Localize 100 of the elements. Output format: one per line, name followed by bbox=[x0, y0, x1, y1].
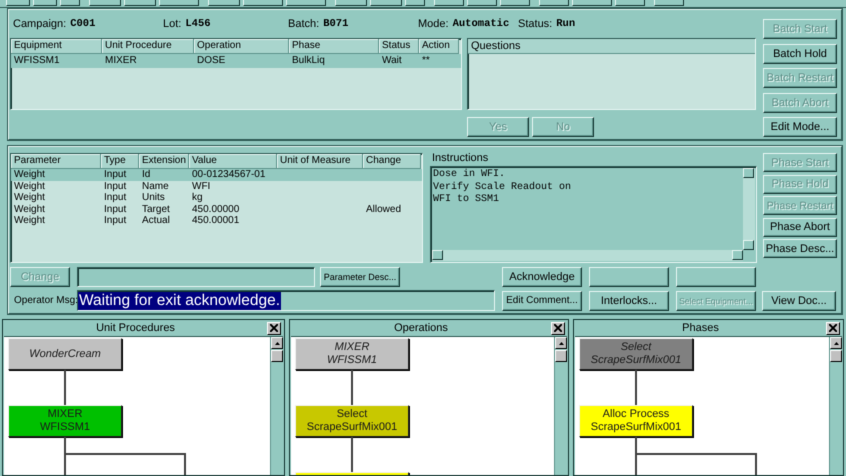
connector-line bbox=[351, 370, 353, 405]
batch-command-button[interactable]: Edit Mode... bbox=[763, 117, 837, 137]
table-row[interactable]: Weight Input Units kg bbox=[11, 192, 422, 204]
tree-node[interactable]: Select ScrapeSurfMix001 bbox=[579, 338, 693, 370]
scrollbar-thumb[interactable] bbox=[271, 350, 283, 362]
table-cell-text: Name bbox=[141, 180, 170, 192]
table-cell-text: MIXER bbox=[104, 54, 138, 68]
table-cell-text: DOSE bbox=[196, 54, 226, 68]
column-header[interactable]: Change bbox=[363, 154, 421, 169]
pane-title: Phases bbox=[681, 322, 720, 334]
table-row[interactable]: WFISSM1 MIXER DOSE BulkLiq Wait ** bbox=[11, 54, 461, 68]
column-header[interactable]: Parameter bbox=[11, 154, 101, 169]
column-header[interactable]: Action bbox=[419, 39, 459, 54]
table-row[interactable]: Weight Input Target 450.00000 Allowed bbox=[11, 204, 422, 215]
table-cell-text: 450.00001 bbox=[191, 215, 240, 226]
column-header[interactable]: Unit Procedure bbox=[102, 39, 194, 54]
table-cell-text: WFISSM1 bbox=[13, 54, 61, 68]
table-cell-text: Input bbox=[103, 215, 128, 226]
tree-node[interactable]: Alloc Process ScrapeSurfMix001 bbox=[579, 405, 693, 437]
tree-node[interactable]: Select ScrapeSurfMix001 bbox=[295, 405, 409, 437]
action-button[interactable]: Interlocks... bbox=[589, 290, 669, 310]
field-value: L456 bbox=[185, 18, 211, 30]
column-header[interactable]: Type bbox=[101, 154, 139, 169]
table-cell-text: Input bbox=[103, 192, 128, 204]
table-cell-text: Weight bbox=[13, 169, 46, 180]
column-header[interactable]: Extension bbox=[139, 154, 189, 169]
up-arrow-icon bbox=[558, 342, 564, 344]
close-icon bbox=[270, 324, 278, 332]
action-button[interactable]: Acknowledge bbox=[502, 267, 582, 287]
blank-button[interactable] bbox=[676, 267, 756, 287]
column-header[interactable]: Unit of Measure bbox=[277, 154, 363, 169]
table-cell-text: Id bbox=[141, 169, 152, 180]
close-button[interactable] bbox=[551, 322, 565, 334]
table-cell-text: Weight bbox=[13, 204, 46, 215]
table-cell-text: Input bbox=[103, 169, 128, 180]
operator-message: Waiting for exit acknowledge. bbox=[78, 292, 282, 310]
column-header[interactable]: Equipment bbox=[11, 39, 102, 54]
action-button[interactable]: Edit Comment... bbox=[502, 290, 582, 310]
scroll-up-button[interactable] bbox=[271, 337, 283, 349]
tree-node[interactable]: WonderCream bbox=[8, 338, 122, 370]
close-button[interactable] bbox=[267, 322, 281, 334]
connector-line bbox=[635, 370, 637, 405]
close-icon bbox=[554, 324, 562, 332]
value-input-field[interactable] bbox=[77, 267, 315, 287]
table-cell-text: Input bbox=[103, 204, 128, 215]
pane-title: Unit Procedures bbox=[95, 322, 176, 334]
table-cell-text: 450.00000 bbox=[191, 204, 240, 215]
table-cell-text: Actual bbox=[141, 215, 171, 226]
instructions-label: Instructions bbox=[431, 153, 490, 166]
table-cell-text: Input bbox=[103, 180, 128, 192]
tree-node[interactable]: MIXER WFISSM1 bbox=[8, 405, 122, 437]
instructions-text: Dose in WFI. Verify Scale Readout on WFI to SSM1 bbox=[430, 166, 757, 263]
table-row[interactable]: Weight Input Actual 450.00001 bbox=[11, 215, 422, 226]
vertical-scrollbar[interactable] bbox=[554, 337, 567, 475]
blank-button[interactable] bbox=[589, 267, 669, 287]
table-cell-text: Wait bbox=[381, 54, 403, 68]
column-header[interactable]: Phase bbox=[289, 39, 379, 54]
scrollbar-thumb[interactable] bbox=[830, 350, 842, 362]
parameter-desc-button[interactable]: Parameter Desc... bbox=[320, 267, 400, 287]
table-cell-text: kg bbox=[191, 192, 204, 204]
vertical-scrollbar[interactable] bbox=[270, 337, 283, 475]
action-button[interactable]: View Doc... bbox=[762, 290, 836, 310]
field-value: B071 bbox=[323, 18, 348, 30]
field-label: Mode: bbox=[418, 18, 449, 30]
pane-title: Operations bbox=[393, 322, 449, 334]
field-label: Status: bbox=[518, 18, 552, 30]
table-cell-text: BulkLiq bbox=[291, 54, 326, 68]
table-cell-text: 00-01234567-01 bbox=[191, 169, 266, 180]
horizontal-scrollbar[interactable] bbox=[432, 250, 743, 261]
field-label: Campaign: bbox=[13, 18, 66, 30]
table-cell-text: Units bbox=[141, 192, 166, 204]
table-cell-text: ** bbox=[421, 54, 431, 68]
column-header[interactable]: Status bbox=[379, 39, 419, 54]
connector-line bbox=[64, 370, 66, 405]
table-cell-text: Target bbox=[141, 204, 171, 215]
scrollbar-thumb[interactable] bbox=[555, 350, 567, 362]
table-cell-text: Allowed bbox=[365, 204, 402, 215]
table-cell-text: Weight bbox=[13, 215, 46, 226]
table-row[interactable]: Weight Input Id 00-01234567-01 bbox=[11, 169, 422, 180]
scroll-up-button[interactable] bbox=[555, 337, 567, 349]
table-row[interactable]: Weight Input Name WFI bbox=[11, 180, 422, 192]
batch-command-button[interactable]: Batch Hold bbox=[763, 44, 837, 64]
table-cell-text: WFI bbox=[191, 180, 212, 192]
phase-command-button[interactable]: Phase Desc... bbox=[763, 239, 837, 258]
vertical-scrollbar[interactable] bbox=[743, 168, 755, 250]
column-header[interactable]: Operation bbox=[194, 39, 289, 54]
field-value: C001 bbox=[70, 18, 96, 30]
phase-command-button[interactable]: Phase Abort bbox=[763, 218, 837, 236]
field-value: Run bbox=[556, 18, 576, 30]
field-label: Batch: bbox=[288, 18, 320, 30]
vertical-scrollbar[interactable] bbox=[829, 337, 842, 475]
tree-node[interactable]: MIXER WFISSM1 bbox=[295, 338, 409, 370]
operator-msg-label: Operator Msg: bbox=[13, 295, 77, 306]
up-arrow-icon bbox=[834, 342, 838, 344]
scroll-up-button[interactable] bbox=[830, 337, 842, 349]
close-icon bbox=[829, 324, 837, 332]
close-button[interactable] bbox=[826, 322, 840, 334]
column-header[interactable]: Value bbox=[189, 154, 277, 169]
table-cell-text: Weight bbox=[13, 192, 46, 204]
table-cell-text: Weight bbox=[13, 180, 46, 192]
